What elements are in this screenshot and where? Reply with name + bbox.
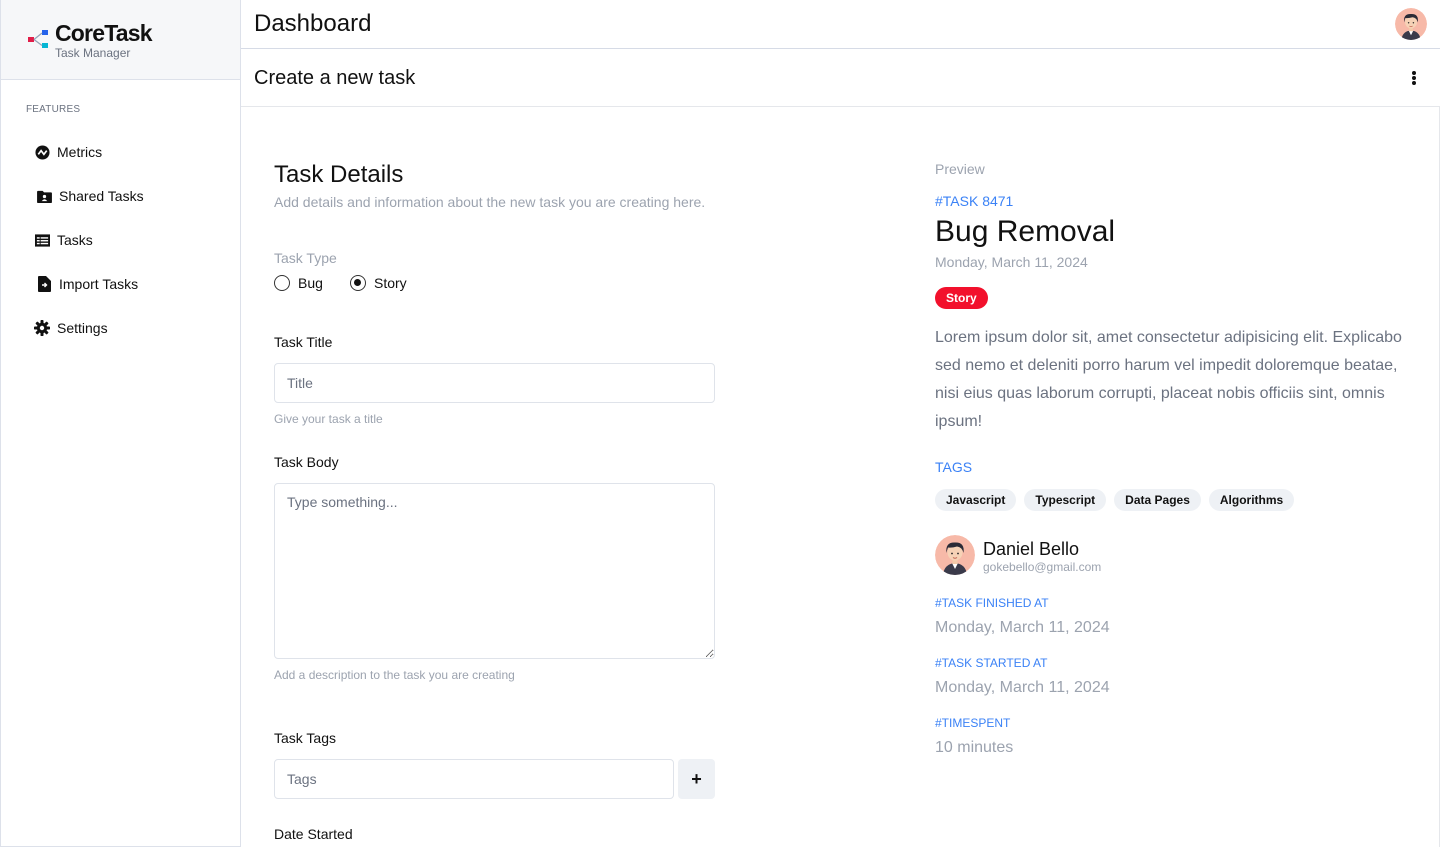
finished-at-value: Monday, March 11, 2024 bbox=[935, 619, 1110, 636]
sidebar-section-label: FEATURES bbox=[26, 104, 81, 115]
tag-chip: Javascript bbox=[935, 489, 1017, 511]
sidebar-item-label: Shared Tasks bbox=[59, 188, 144, 204]
preview-tags-label: TAGS bbox=[935, 459, 973, 475]
sidebar-item-label: Metrics bbox=[57, 144, 103, 160]
task-body-textarea[interactable] bbox=[274, 483, 715, 659]
finished-at-label: #TASK FINISHED AT bbox=[935, 596, 1049, 610]
timespent-label: #TIMESPENT bbox=[935, 716, 1011, 730]
coretask-logo-icon bbox=[28, 30, 48, 48]
task-title-hint: Give your task a title bbox=[274, 412, 383, 426]
task-title-input[interactable] bbox=[274, 363, 715, 403]
preview-task-id: #TASK 8471 bbox=[935, 193, 1014, 209]
preview-body: Lorem ipsum dolor sit, amet consectetur … bbox=[935, 329, 1402, 430]
started-at-value: Monday, March 11, 2024 bbox=[935, 679, 1110, 696]
form-title: Task Details bbox=[274, 161, 404, 188]
tag-chip: Algorithms bbox=[1208, 489, 1295, 511]
preview-tag-list: Javascript Typescript Data Pages Algorit… bbox=[935, 489, 1295, 511]
user-email: gokebello@gmail.com bbox=[983, 560, 1102, 574]
add-tag-button[interactable]: + bbox=[678, 759, 715, 799]
sidebar-item-settings[interactable]: Settings bbox=[34, 317, 108, 339]
task-type-label: Task Type bbox=[274, 250, 337, 266]
metrics-icon bbox=[34, 144, 50, 160]
radio-circle bbox=[274, 275, 290, 291]
kebab-menu-icon[interactable] bbox=[1410, 69, 1418, 87]
section-title: Create a new task bbox=[254, 67, 416, 89]
sidebar-item-label: Import Tasks bbox=[59, 276, 139, 292]
date-started-label: Date Started bbox=[274, 826, 353, 842]
started-at-label: #TASK STARTED AT bbox=[935, 656, 1048, 670]
sidebar: CoreTask Task Manager FEATURES Metrics S… bbox=[0, 0, 241, 847]
gear-icon bbox=[34, 320, 50, 336]
form-description: Add details and information about the ne… bbox=[274, 194, 706, 210]
task-tags-label: Task Tags bbox=[274, 730, 336, 746]
tag-chip: Typescript bbox=[1024, 489, 1107, 511]
preview-label: Preview bbox=[935, 161, 985, 177]
sidebar-item-tasks[interactable]: Tasks bbox=[34, 229, 93, 251]
sidebar-item-label: Tasks bbox=[57, 232, 93, 248]
avatar[interactable] bbox=[1395, 8, 1427, 40]
sidebar-item-shared-tasks[interactable]: Shared Tasks bbox=[34, 185, 144, 207]
radio-bug[interactable]: Bug bbox=[274, 275, 323, 291]
brand: CoreTask Task Manager bbox=[1, 0, 240, 80]
task-body-label: Task Body bbox=[274, 454, 339, 470]
sub-header: Create a new task bbox=[241, 49, 1440, 107]
radio-label: Bug bbox=[298, 275, 323, 291]
page-title: Dashboard bbox=[254, 10, 372, 37]
task-title-label: Task Title bbox=[274, 334, 333, 350]
timespent-value: 10 minutes bbox=[935, 739, 1014, 756]
radio-label: Story bbox=[374, 275, 407, 291]
radio-circle bbox=[350, 275, 366, 291]
folder-user-icon bbox=[36, 188, 52, 204]
preview-date: Monday, March 11, 2024 bbox=[935, 254, 1088, 270]
task-tags-input[interactable] bbox=[274, 759, 674, 799]
tag-chip: Data Pages bbox=[1114, 489, 1201, 511]
file-import-icon bbox=[36, 276, 52, 292]
sidebar-item-metrics[interactable]: Metrics bbox=[34, 141, 102, 163]
user-name: Daniel Bello bbox=[983, 539, 1080, 559]
tasks-list-icon bbox=[34, 232, 50, 248]
task-body-hint: Add a description to the task you are cr… bbox=[274, 668, 515, 682]
status-badge: Story bbox=[935, 287, 988, 309]
brand-subtitle: Task Manager bbox=[55, 46, 131, 60]
radio-story[interactable]: Story bbox=[350, 275, 407, 291]
preview-title: Bug Removal bbox=[935, 215, 1116, 248]
sidebar-item-label: Settings bbox=[57, 320, 108, 336]
sidebar-item-import-tasks[interactable]: Import Tasks bbox=[34, 273, 138, 295]
user-avatar bbox=[935, 535, 975, 575]
brand-name: CoreTask bbox=[55, 20, 153, 46]
top-header: Dashboard bbox=[241, 0, 1440, 49]
